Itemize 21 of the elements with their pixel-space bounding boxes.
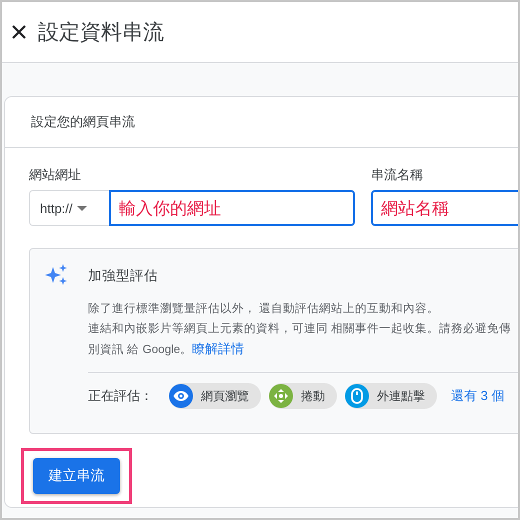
field-label: 串流名稱 xyxy=(371,166,424,184)
measuring-label: 正在評估： xyxy=(88,387,153,405)
protocol-dropdown[interactable]: http:// xyxy=(29,190,109,226)
sparkle-icon xyxy=(44,263,68,287)
event-chip: 網頁瀏覽 xyxy=(169,383,261,409)
create-stream-button[interactable]: 建立串流 xyxy=(33,458,120,494)
event-chip: 捲動 xyxy=(269,383,337,409)
stream-name-input-field[interactable]: 網站名稱 xyxy=(371,190,518,226)
field-label: 網站網址 xyxy=(29,166,82,184)
description-text: 連結和內嵌影片等網頁上元素的資料，可連同 相關事件一起收集。請務必避免傳 xyxy=(88,321,512,337)
more-link[interactable]: 還有 3 個 xyxy=(451,387,504,405)
learn-more-link[interactable]: 瞭解詳情 xyxy=(192,341,244,356)
caret-icon xyxy=(76,206,87,210)
page-title: 設定資料串流 xyxy=(38,20,164,46)
description-text: 除了進行標準瀏覽量評估以外， 還自動評估網站上的互動和內容。 xyxy=(88,301,440,317)
close-icon[interactable] xyxy=(12,25,26,39)
url-input-field[interactable]: 輸入你的網址 xyxy=(109,190,355,226)
card-title: 設定您的網頁串流 xyxy=(31,113,135,131)
description-text: 別資訊 給 Google。 xyxy=(88,343,192,356)
event-chip: 外連點擊 xyxy=(345,383,437,409)
panel-title: 加強型評估 xyxy=(88,267,159,285)
